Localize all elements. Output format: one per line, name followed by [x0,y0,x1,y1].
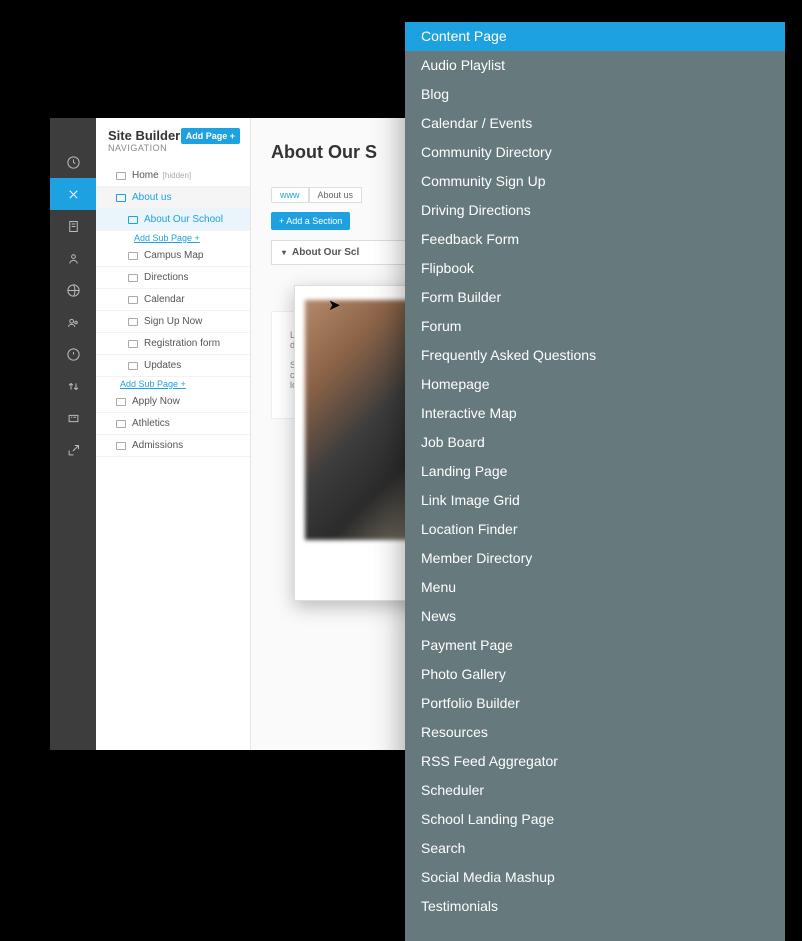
dropdown-option-feedback-form[interactable]: Feedback Form [405,225,785,254]
folder-icon [116,420,126,428]
dropdown-option-form-builder[interactable]: Form Builder [405,283,785,312]
sidebar-panel: Site Builder NAVIGATION Add Page + Home[… [96,118,251,750]
dropdown-option-rss-feed-aggregator[interactable]: RSS Feed Aggregator [405,747,785,776]
folder-icon [128,252,138,260]
dropdown-option-search[interactable]: Search [405,834,785,863]
nav-item-directions[interactable]: Directions [96,267,250,289]
rail-updown-icon[interactable] [50,370,96,402]
nav-item-calendar[interactable]: Calendar [96,289,250,311]
folder-icon [128,340,138,348]
dropdown-option-landing-page[interactable]: Landing Page [405,457,785,486]
folder-icon [128,274,138,282]
nav-item-about-us[interactable]: About us [96,187,250,209]
crumb-root[interactable]: www [271,187,309,203]
folder-icon [116,194,126,202]
dropdown-option-interactive-map[interactable]: Interactive Map [405,399,785,428]
sidebar-title: Site Builder [108,128,180,143]
nav-item-sign-up-now[interactable]: Sign Up Now [96,311,250,333]
nav-item-home[interactable]: Home[hidden] [96,165,250,187]
dropdown-option-photo-gallery[interactable]: Photo Gallery [405,660,785,689]
dropdown-option-driving-directions[interactable]: Driving Directions [405,196,785,225]
dropdown-option-homepage[interactable]: Homepage [405,370,785,399]
cursor-icon: ➤ [328,296,341,314]
folder-icon [116,172,126,180]
dropdown-option-scheduler[interactable]: Scheduler [405,776,785,805]
rail-export-icon[interactable] [50,434,96,466]
dropdown-option-audio-playlist[interactable]: Audio Playlist [405,51,785,80]
dropdown-option-payment-page[interactable]: Payment Page [405,631,785,660]
dropdown-option-resources[interactable]: Resources [405,718,785,747]
dropdown-option-member-directory[interactable]: Member Directory [405,544,785,573]
icon-rail [50,118,96,750]
dropdown-option-news[interactable]: News [405,602,785,631]
add-sub-page-link[interactable]: Add Sub Page + [96,231,250,245]
dropdown-option-flipbook[interactable]: Flipbook [405,254,785,283]
rail-user-icon[interactable] [50,242,96,274]
add-sub-page-link[interactable]: Add Sub Page + [96,377,250,391]
rail-pages-icon[interactable] [50,210,96,242]
folder-icon [116,442,126,450]
rail-group-icon[interactable] [50,306,96,338]
nav-item-campus-map[interactable]: Campus Map [96,245,250,267]
folder-icon [116,398,126,406]
add-section-button[interactable]: + Add a Section [271,212,350,230]
nav-item-apply-now[interactable]: Apply Now [96,391,250,413]
rail-media-icon[interactable] [50,402,96,434]
add-page-button[interactable]: Add Page + [181,128,240,144]
dropdown-option-frequently-asked-questions[interactable]: Frequently Asked Questions [405,341,785,370]
rail-tools-icon[interactable] [50,178,96,210]
rail-dashboard-icon[interactable] [50,146,96,178]
dropdown-option-testimonials[interactable]: Testimonials [405,892,785,921]
folder-icon [128,362,138,370]
nav-item-updates[interactable]: Updates [96,355,250,377]
nav-item-athletics[interactable]: Athletics [96,413,250,435]
dropdown-option-link-image-grid[interactable]: Link Image Grid [405,486,785,515]
dropdown-option-location-finder[interactable]: Location Finder [405,515,785,544]
dropdown-option-forum[interactable]: Forum [405,312,785,341]
sidebar-subtitle: NAVIGATION [108,143,180,153]
nav-tree: Home[hidden]About usAbout Our SchoolAdd … [96,165,250,457]
folder-icon [128,216,138,224]
dropdown-option-portfolio-builder[interactable]: Portfolio Builder [405,689,785,718]
dropdown-option-menu[interactable]: Menu [405,573,785,602]
folder-icon [128,296,138,304]
dropdown-option-community-sign-up[interactable]: Community Sign Up [405,167,785,196]
dropdown-option-content-page[interactable]: Content Page [405,22,785,51]
dropdown-option-school-landing-page[interactable]: School Landing Page [405,805,785,834]
rail-alert-icon[interactable] [50,338,96,370]
nav-item-admissions[interactable]: Admissions [96,435,250,457]
nav-item-about-our-school[interactable]: About Our School [96,209,250,231]
nav-item-registration-form[interactable]: Registration form [96,333,250,355]
dropdown-option-social-media-mashup[interactable]: Social Media Mashup [405,863,785,892]
dropdown-option-blog[interactable]: Blog [405,80,785,109]
dropdown-option-calendar-events[interactable]: Calendar / Events [405,109,785,138]
page-type-dropdown[interactable]: Content PageAudio PlaylistBlogCalendar /… [405,22,785,941]
rail-globe-icon[interactable] [50,274,96,306]
dropdown-option-community-directory[interactable]: Community Directory [405,138,785,167]
dropdown-option-job-board[interactable]: Job Board [405,428,785,457]
crumb-current[interactable]: About us [309,187,363,203]
folder-icon [128,318,138,326]
